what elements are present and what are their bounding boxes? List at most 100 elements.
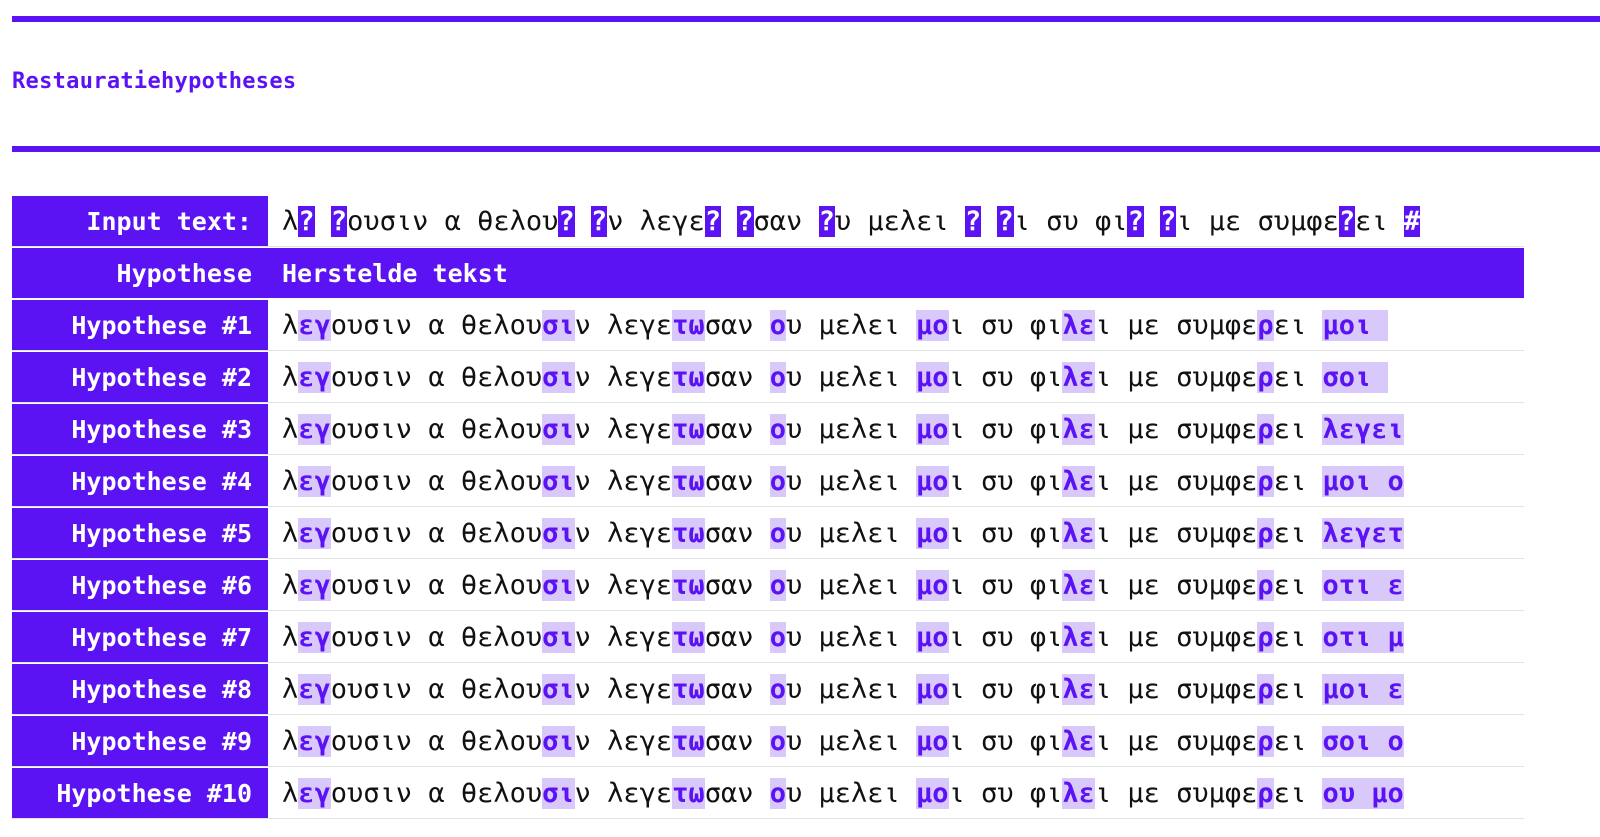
- text-segment: σαν: [704, 517, 770, 549]
- restored-segment: λε: [1062, 361, 1095, 393]
- restored-segment: μο: [916, 777, 949, 809]
- text-segment: ι συ φι: [948, 621, 1063, 653]
- restored-segment: σι: [542, 673, 575, 705]
- hypothesis-row: Hypothese #8 λ εγ ουσιν α θελου σι ν λεγε τω σα…: [12, 664, 1524, 715]
- text-segment: ουσιν α θελου: [330, 309, 543, 341]
- restored-segment: μο: [916, 725, 949, 757]
- hypothesis-row: Hypothese #2 λ εγ ουσιν α θελου σι ν λεγε τω σα…: [12, 352, 1524, 403]
- hypothesis-row: Hypothese #5 λ εγ ουσιν α θελου σι ν λεγε τω σα…: [12, 508, 1524, 559]
- restored-segment: τω: [672, 673, 705, 705]
- text-segment: υ μελει: [785, 517, 917, 549]
- text-segment: ι με συμφε: [1094, 673, 1258, 705]
- restored-segment: εγ: [298, 777, 331, 809]
- restored-segment: ρ: [1257, 673, 1274, 705]
- restored-segment: ρ: [1257, 777, 1274, 809]
- text-segment: ι με συμφε: [1094, 517, 1258, 549]
- text-segment: ι με συμφε: [1094, 777, 1258, 809]
- restored-segment: λε: [1062, 413, 1095, 445]
- text-segment: ει: [1273, 361, 1323, 393]
- input-row-label: Input text:: [12, 196, 268, 246]
- hypothesis-label: Hypothese #2: [12, 352, 268, 402]
- text-segment: λ: [282, 205, 299, 237]
- missing-char-marker: ?: [737, 205, 754, 237]
- hypothesis-row: Hypothese #4 λ εγ ουσιν α θελου σι ν λεγε τω σα…: [12, 456, 1524, 507]
- text-segment: λ: [282, 621, 299, 653]
- restored-segment: μο: [916, 465, 949, 497]
- restored-segment: ου μο: [1322, 777, 1404, 809]
- restored-segment: σι: [542, 777, 575, 809]
- missing-char-marker: ?: [558, 205, 575, 237]
- restored-segment: μο: [916, 309, 949, 341]
- restored-segment: μο: [916, 413, 949, 445]
- hypothesis-label: Hypothese #10: [12, 768, 268, 818]
- restored-segment: εγ: [298, 673, 331, 705]
- restored-segment: εγ: [298, 621, 331, 653]
- text-segment: ει: [1273, 517, 1323, 549]
- restored-segment: ρ: [1257, 725, 1274, 757]
- text-segment: ι με συμφε: [1094, 413, 1258, 445]
- restored-segment: λε: [1062, 725, 1095, 757]
- restored-segment: σι: [542, 517, 575, 549]
- restored-segment: εγ: [298, 465, 331, 497]
- restored-segment: ρ: [1257, 309, 1274, 341]
- restored-segment: μο: [916, 621, 949, 653]
- text-segment: ι με συμφε: [1176, 205, 1339, 237]
- restored-segment: μοι ε: [1322, 673, 1404, 705]
- restored-segment: μο: [916, 673, 949, 705]
- restored-segment: τω: [672, 465, 705, 497]
- restored-segment: εγ: [298, 725, 331, 757]
- missing-char-marker: ?: [818, 205, 835, 237]
- text-segment: λ: [282, 465, 299, 497]
- text-segment: σαν: [704, 777, 770, 809]
- text-segment: ν λεγε: [574, 673, 673, 705]
- text-segment: ι συ φι: [948, 465, 1063, 497]
- restored-segment: λε: [1062, 777, 1095, 809]
- text-segment: ν λεγε: [574, 413, 673, 445]
- restored-segment: ρ: [1257, 413, 1274, 445]
- restored-segment: σι: [542, 621, 575, 653]
- restored-segment: οτι ε: [1322, 569, 1404, 601]
- restored-segment: μο: [916, 361, 949, 393]
- restored-segment: ρ: [1257, 361, 1274, 393]
- restored-segment: τω: [672, 413, 705, 445]
- text-segment: ι με συμφε: [1094, 309, 1258, 341]
- hypothesis-label: Hypothese #3: [12, 404, 268, 454]
- missing-char-marker: ?: [1127, 205, 1144, 237]
- restored-segment: μο: [916, 517, 949, 549]
- restored-segment: λε: [1062, 569, 1095, 601]
- text-segment: ι συ φι: [948, 725, 1063, 757]
- text-segment: σαν: [753, 205, 819, 237]
- text-segment: υ μελει: [785, 309, 917, 341]
- text-segment: ει: [1273, 673, 1323, 705]
- text-segment: ει: [1273, 777, 1323, 809]
- text-segment: υ μελει: [785, 465, 917, 497]
- text-segment: ει: [1273, 725, 1323, 757]
- hypothesis-label: Hypothese #6: [12, 560, 268, 610]
- text-segment: υ μελει: [785, 673, 917, 705]
- text-segment: ι με συμφε: [1094, 361, 1258, 393]
- text-segment: ουσιν α θελου: [330, 465, 543, 497]
- restored-segment: ο: [769, 621, 786, 653]
- text-segment: λ: [282, 361, 299, 393]
- hypothesis-rows: Hypothese #1 λ εγ ουσιν α θελου σι ν λεγε τω σα…: [12, 300, 1524, 819]
- restored-segment: εγ: [298, 569, 331, 601]
- hypothesis-text: λ εγ ουσιν α θελου σι ν λεγε τω σαν ου μελει μ…: [268, 768, 1524, 818]
- text-segment: σαν: [704, 413, 770, 445]
- input-row: Input text: λ? ? ουσιν α θελου? ? ν λεγε? …: [12, 196, 1524, 247]
- text-segment: ει: [1273, 465, 1323, 497]
- text-segment: ουσιν α θελου: [330, 413, 543, 445]
- restored-segment: μοι ο: [1322, 465, 1404, 497]
- text-segment: ι συ φι: [948, 309, 1063, 341]
- restored-segment: σι: [542, 361, 575, 393]
- hypothesis-label: Hypothese #7: [12, 612, 268, 662]
- top-divider: [12, 16, 1600, 22]
- restored-segment: ρ: [1257, 621, 1274, 653]
- text-segment: σαν: [704, 569, 770, 601]
- text-segment: ουσιν α θελου: [330, 673, 543, 705]
- text-segment: σαν: [704, 465, 770, 497]
- missing-char-marker: ?: [964, 205, 982, 237]
- restored-segment: λε: [1062, 621, 1095, 653]
- restored-segment: εγ: [298, 517, 331, 549]
- text-segment: ν λεγε: [574, 777, 673, 809]
- hypothesis-label: Hypothese #9: [12, 716, 268, 766]
